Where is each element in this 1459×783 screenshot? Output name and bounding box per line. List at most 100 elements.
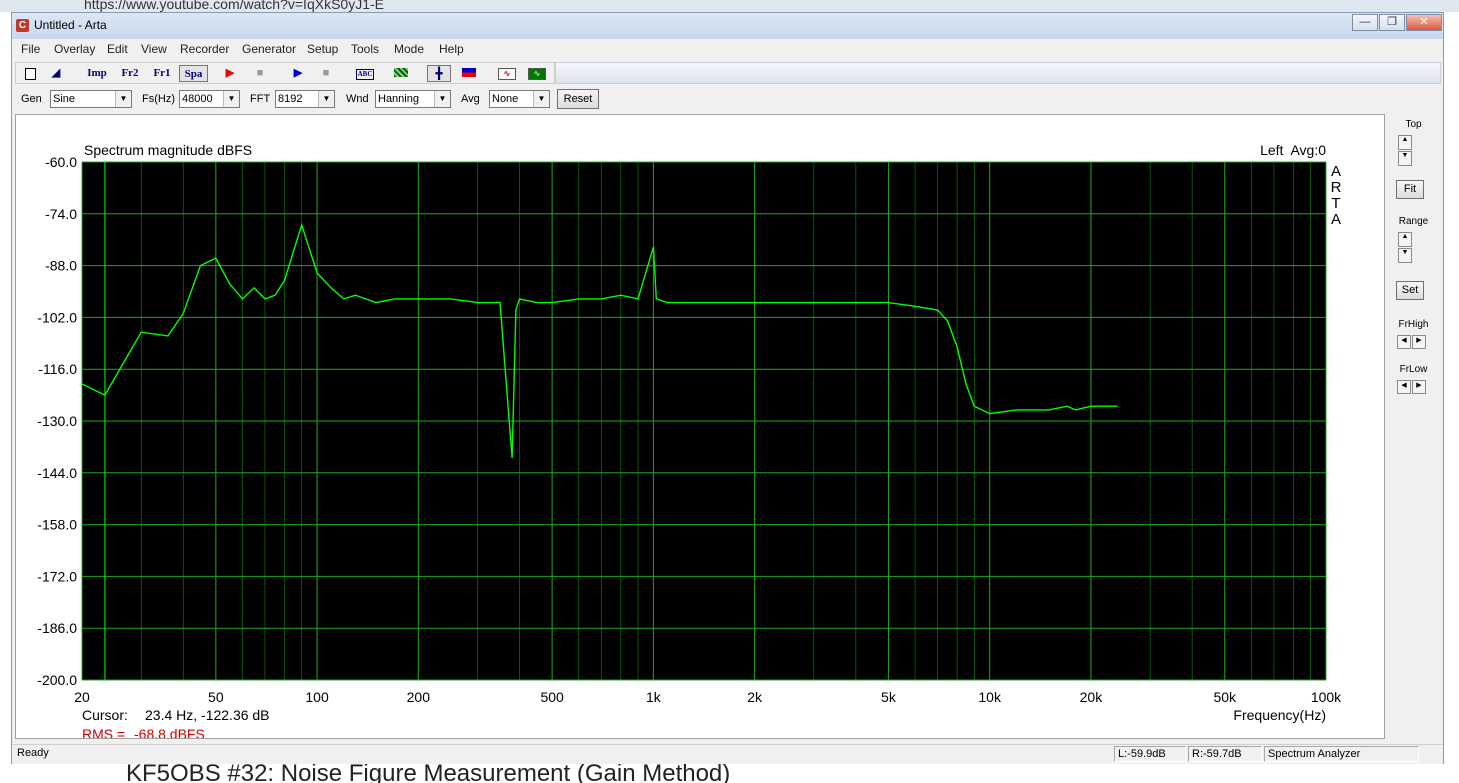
spa-mode-button[interactable]: Spa: [179, 65, 208, 82]
minimize-button[interactable]: —: [1352, 14, 1378, 31]
stop-button[interactable]: ■: [250, 65, 270, 82]
x-tick-label: 500: [540, 689, 564, 705]
arrow-down-icon: ▼: [1401, 249, 1409, 256]
open-button[interactable]: ◢: [46, 65, 66, 82]
browser-url[interactable]: https://www.youtube.com/watch?v=IqXkS0yJ…: [84, 0, 384, 12]
x-tick-label: 50: [208, 689, 224, 705]
record-button[interactable]: ▶: [220, 65, 240, 82]
fs-select[interactable]: 48000 ▼: [179, 90, 240, 108]
wnd-select[interactable]: Hanning ▼: [375, 90, 451, 108]
frhigh-left-button[interactable]: ◀: [1397, 335, 1411, 349]
top-label: Top: [1405, 119, 1422, 130]
y-tick-label: -158.0: [37, 517, 77, 533]
status-right-level: R:-59.7dB: [1188, 746, 1262, 762]
x-tick-label: 100k: [1311, 689, 1342, 705]
menu-file[interactable]: File: [21, 42, 40, 56]
status-mode: Spectrum Analyzer: [1264, 746, 1419, 762]
sine-wave-icon: ∿: [498, 68, 516, 80]
menu-recorder[interactable]: Recorder: [180, 42, 229, 56]
minimize-icon: —: [1359, 16, 1371, 28]
channel-avg-label: Left Avg:0: [1260, 142, 1326, 158]
new-file-icon: [24, 68, 36, 80]
pattern-button[interactable]: [391, 65, 411, 82]
arta-window: C Untitled - Arta — ❐ ✕ File Overlay Edi…: [11, 12, 1444, 764]
menu-setup[interactable]: Setup: [307, 42, 338, 56]
menu-view[interactable]: View: [141, 42, 167, 56]
gen-select[interactable]: Sine ▼: [50, 90, 132, 108]
generator-play-button[interactable]: ▶: [288, 65, 308, 82]
fft-select[interactable]: 8192 ▼: [275, 90, 335, 108]
chevron-down-icon: ▼: [115, 91, 131, 107]
fr1-mode-button[interactable]: Fr1: [149, 65, 175, 82]
scope-icon: ∿: [528, 68, 546, 80]
fit-button[interactable]: Fit: [1396, 180, 1424, 199]
video-title[interactable]: KF5OBS #32: Noise Figure Measurement (Ga…: [126, 762, 730, 783]
set-button[interactable]: Set: [1396, 281, 1424, 300]
probe-button[interactable]: ╋: [427, 65, 451, 82]
spectrum-chart[interactable]: -60.0 -74.0 -88.0 -102.0 -116.0 -130.0 -144.0 -…: [16, 115, 1384, 738]
menu-generator[interactable]: Generator: [242, 42, 296, 56]
x-tick-label: 50k: [1213, 689, 1237, 705]
avg-value: None: [492, 93, 519, 105]
restore-icon: ❐: [1387, 16, 1397, 28]
chart-title: Spectrum magnitude dBFS: [84, 142, 252, 158]
side-panel: Top ▲ ▼ Fit Range ▲ ▼ Set FrHigh ◀ ▶ FrL…: [1386, 114, 1441, 739]
menu-mode[interactable]: Mode: [394, 42, 424, 56]
fs-label: Fs(Hz): [142, 93, 175, 105]
menu-overlay[interactable]: Overlay: [54, 42, 95, 56]
frhigh-label: FrHigh: [1398, 319, 1429, 330]
range-up-button[interactable]: ▲: [1398, 232, 1412, 247]
y-tick-label: -60.0: [45, 154, 77, 170]
arrow-down-icon: ▼: [1401, 152, 1409, 159]
top-up-button[interactable]: ▲: [1398, 135, 1412, 150]
fr2-mode-button[interactable]: Fr2: [117, 65, 143, 82]
frlow-label: FrLow: [1399, 364, 1428, 375]
frlow-right-button[interactable]: ▶: [1412, 380, 1426, 394]
arta-watermark-letter: A: [1331, 163, 1341, 180]
menu-help[interactable]: Help: [439, 42, 464, 56]
imp-mode-button[interactable]: Imp: [84, 65, 110, 82]
arta-watermark-letter: R: [1331, 179, 1342, 196]
frlow-left-button[interactable]: ◀: [1397, 380, 1411, 394]
hatch-icon: [394, 68, 408, 77]
new-button[interactable]: [20, 65, 40, 82]
cursor-label: Cursor:: [82, 707, 128, 723]
stop-gray-icon: ■: [256, 67, 264, 79]
browser-chrome: https://www.youtube.com/watch?v=IqXkS0yJ…: [0, 0, 1459, 12]
frhigh-right-button[interactable]: ▶: [1412, 335, 1426, 349]
control-bar: Gen Sine ▼ Fs(Hz) 48000 ▼ FFT 8192 ▼ Wnd…: [12, 87, 1443, 111]
play-blue-icon: ▶: [293, 67, 303, 79]
y-tick-label: -172.0: [37, 568, 77, 584]
x-tick-label: 5k: [881, 689, 897, 705]
rms-label: RMS =: [82, 726, 125, 738]
chevron-down-icon: ▼: [318, 91, 334, 107]
x-tick-label: 200: [407, 689, 431, 705]
open-arrow-icon: ◢: [51, 67, 61, 79]
avg-select[interactable]: None ▼: [489, 90, 550, 108]
generator-stop-button[interactable]: ■: [316, 65, 336, 82]
scope-button[interactable]: ∿: [526, 65, 548, 82]
y-tick-label: -74.0: [45, 206, 77, 222]
toolbar-extension: [555, 62, 1441, 84]
menu-tools[interactable]: Tools: [351, 42, 379, 56]
arta-watermark-letter: T: [1331, 195, 1340, 212]
level-meter-icon: [462, 68, 476, 77]
arta-watermark-letter: A: [1331, 211, 1341, 228]
range-down-button[interactable]: ▼: [1398, 248, 1412, 263]
title-bar[interactable]: C Untitled - Arta — ❐ ✕: [12, 13, 1443, 39]
abc-button[interactable]: ABC: [353, 65, 377, 82]
y-tick-label: -130.0: [37, 413, 77, 429]
waveform-button[interactable]: ∿: [496, 65, 518, 82]
x-tick-label: 100: [305, 689, 329, 705]
reset-button[interactable]: Reset: [557, 89, 599, 109]
x-tick-label: 1k: [646, 689, 662, 705]
close-button[interactable]: ✕: [1406, 14, 1442, 31]
menu-edit[interactable]: Edit: [107, 42, 128, 56]
arrow-right-icon: ▶: [1416, 337, 1422, 344]
browser-page-right: [1444, 12, 1459, 783]
status-left-level: L:-59.9dB: [1114, 746, 1186, 762]
restore-button[interactable]: ❐: [1379, 14, 1405, 31]
arrow-left-icon: ◀: [1401, 382, 1407, 389]
top-down-button[interactable]: ▼: [1398, 151, 1412, 166]
level-button[interactable]: [459, 65, 479, 82]
